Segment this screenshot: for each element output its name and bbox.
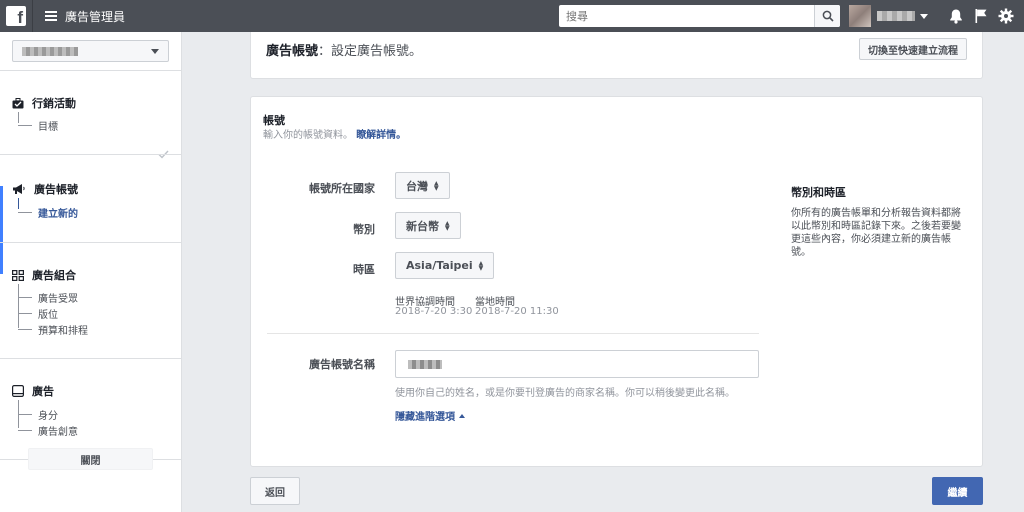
up-down-icon: ▲ ▼ xyxy=(445,219,450,232)
top-bar: f 廣告管理員 xyxy=(0,0,1024,32)
sidebar-item-audience[interactable]: 廣告受眾 xyxy=(18,290,78,305)
sidebar-section-campaign[interactable]: 行銷活動 xyxy=(12,95,76,111)
account-name-label: 廣告帳號名稱 xyxy=(309,358,375,371)
account-selector[interactable] xyxy=(12,40,169,62)
account-name-value-blurred xyxy=(408,360,442,369)
chevron-down-icon xyxy=(920,13,928,19)
info-title: 幣別和時區 xyxy=(791,186,846,199)
active-section-indicator xyxy=(0,186,3,274)
account-name-blurred xyxy=(22,47,78,56)
timezone-select[interactable]: Asia/Taipei ▲ ▼ xyxy=(395,252,495,279)
gear-icon[interactable] xyxy=(998,8,1014,24)
section-description: 輸入你的帳號資料。 瞭解詳情。 xyxy=(263,130,407,141)
account-card: 帳號 輸入你的帳號資料。 瞭解詳情。 帳號所在國家 台灣 ▲ ▼ 幣別 新台幣 ▲ ▼ … xyxy=(250,96,983,467)
continue-button[interactable]: 繼續 xyxy=(932,477,983,505)
switch-quick-creation-button[interactable]: 切換至快速建立流程 xyxy=(859,38,967,60)
chevron-down-icon xyxy=(151,49,159,54)
account-name-input[interactable] xyxy=(395,350,759,378)
sidebar: 行銷活動 目標 廣告帳號 建立新的 廣告組合 廣告受眾 版位 預算和排程 廣告 … xyxy=(0,32,182,512)
search-icon xyxy=(822,10,834,22)
info-body: 你所有的廣告帳單和分析報告資料都將以此幣別和時區記錄下來。之後若要變更這些內容，… xyxy=(791,208,961,258)
timezone-label: 時區 xyxy=(353,263,375,276)
sidebar-section-ad[interactable]: 廣告 xyxy=(12,383,54,399)
menu-icon[interactable] xyxy=(45,11,57,21)
local-time-value: 2018-7-20 11:30 xyxy=(475,306,559,317)
currency-select[interactable]: 新台幣 ▲ ▼ xyxy=(395,212,461,239)
search-input[interactable] xyxy=(559,5,814,27)
briefcase-icon xyxy=(12,97,24,108)
sidebar-item-create-new[interactable]: 建立新的 xyxy=(18,205,78,220)
sidebar-item-budget-schedule[interactable]: 預算和排程 xyxy=(18,322,88,337)
close-button[interactable]: 關閉 xyxy=(28,448,153,470)
utc-value: 2018-7-20 3:30 xyxy=(395,306,473,317)
search-box xyxy=(559,5,840,27)
page-title: 廣告帳號：設定廣告帳號。 xyxy=(266,44,423,59)
search-button[interactable] xyxy=(814,5,840,27)
grid-icon xyxy=(12,269,24,281)
sidebar-item-creative[interactable]: 廣告創意 xyxy=(18,423,78,438)
account-name-hint: 使用你自己的姓名，或是你要刊登廣告的商家名稱。你可以稍後變更此名稱。 xyxy=(395,388,735,399)
user-name-blurred xyxy=(877,11,915,21)
bell-icon[interactable] xyxy=(948,8,964,24)
avatar xyxy=(849,5,871,27)
chevron-up-icon xyxy=(459,413,465,418)
megaphone-icon xyxy=(13,184,25,194)
flag-icon[interactable] xyxy=(974,8,988,24)
sidebar-item-objective[interactable]: 目標 xyxy=(18,118,58,133)
sidebar-section-ad-account[interactable]: 廣告帳號 xyxy=(12,181,78,197)
sidebar-item-identity[interactable]: 身分 xyxy=(18,407,58,422)
currency-label: 幣別 xyxy=(353,223,375,236)
hide-advanced-options-link[interactable]: 隱藏進階選項 xyxy=(395,408,465,423)
country-label: 帳號所在國家 xyxy=(309,182,375,195)
divider xyxy=(267,333,759,334)
header-card: 廣告帳號：設定廣告帳號。 切換至快速建立流程 xyxy=(250,32,983,79)
user-menu[interactable] xyxy=(849,5,928,27)
app-title: 廣告管理員 xyxy=(65,9,126,24)
facebook-logo[interactable]: f xyxy=(0,0,32,32)
monitor-icon xyxy=(12,385,24,397)
up-down-icon: ▲ ▼ xyxy=(478,259,484,272)
sidebar-item-placements[interactable]: 版位 xyxy=(18,306,58,321)
back-button[interactable]: 返回 xyxy=(250,477,300,505)
sidebar-section-ad-set[interactable]: 廣告組合 xyxy=(12,267,76,283)
up-down-icon: ▲ ▼ xyxy=(434,179,439,192)
learn-more-link[interactable]: 瞭解詳情。 xyxy=(356,130,406,141)
country-select[interactable]: 台灣 ▲ ▼ xyxy=(395,172,450,199)
